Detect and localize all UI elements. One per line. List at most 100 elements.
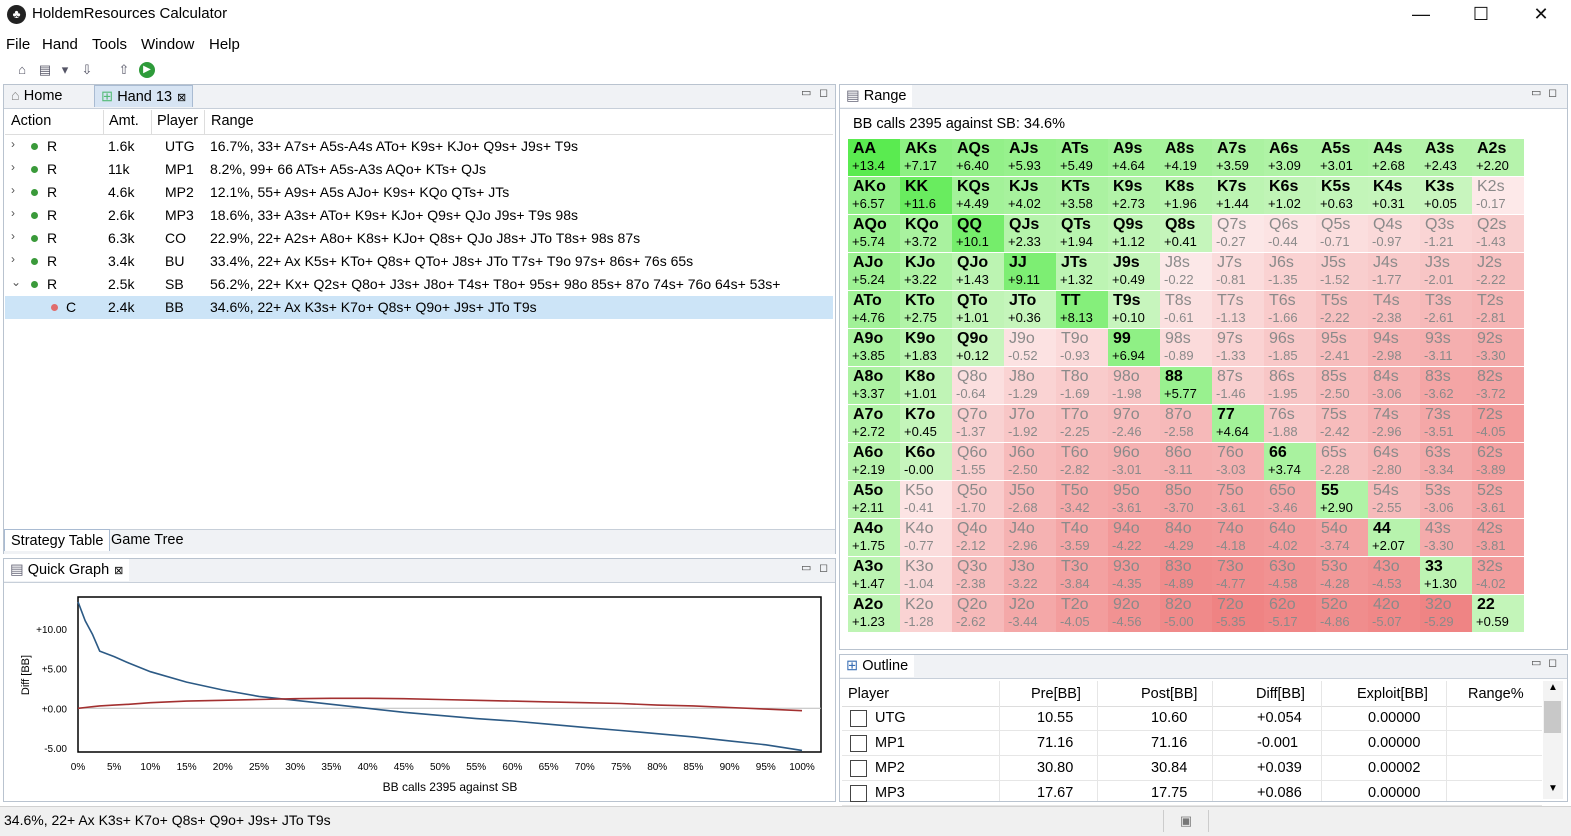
range-cell[interactable]: KTs +3.58 [1056,177,1108,214]
range-cell[interactable]: 83o -4.89 [1160,557,1212,594]
range-cell[interactable]: A2o +1.23 [848,595,900,632]
home-icon[interactable]: ⌂ [14,62,30,78]
range-cell[interactable]: KQs +4.49 [952,177,1004,214]
range-cell[interactable]: K2s -0.17 [1472,177,1524,214]
range-cell[interactable]: J2s -2.22 [1472,253,1524,290]
range-cell[interactable]: 84o -4.29 [1160,519,1212,556]
range-cell[interactable]: KQo +3.72 [900,215,952,252]
range-cell[interactable]: 96s -1.85 [1264,329,1316,366]
chevron-right-icon[interactable]: › [11,137,15,151]
range-cell[interactable]: K7o +0.45 [900,405,952,442]
range-cell[interactable]: 83s -3.62 [1420,367,1472,404]
range-cell[interactable]: AJs +5.93 [1004,139,1056,176]
range-cell[interactable]: 84s -3.06 [1368,367,1420,404]
range-cell[interactable]: A5o +2.11 [848,481,900,518]
strategy-row[interactable]: › R 3.4k BU 33.4%, 22+ Ax K5s+ KTo+ Q8s+ QTo… [5,250,833,273]
range-cell[interactable]: 85s -2.50 [1316,367,1368,404]
range-cell[interactable]: TT +8.13 [1056,291,1108,328]
range-cell[interactable]: J8s -0.22 [1160,253,1212,290]
scroll-up-icon[interactable]: ▲ [1548,682,1558,693]
range-cell[interactable]: 97s -1.33 [1212,329,1264,366]
run-icon[interactable]: ▶ [139,62,155,78]
range-cell[interactable]: T5o -3.42 [1056,481,1108,518]
col-range-pct[interactable]: Range% [1468,686,1524,702]
scroll-down-icon[interactable]: ▼ [1548,783,1558,794]
tab-range[interactable]: ▤ Range [840,85,913,107]
range-cell[interactable]: 63o -4.58 [1264,557,1316,594]
range-cell[interactable]: J9s +0.49 [1108,253,1160,290]
tab-game-tree[interactable]: Game Tree [105,529,190,551]
range-cell[interactable]: A8s +4.19 [1160,139,1212,176]
menu-window[interactable]: Window [141,36,194,53]
range-cell[interactable]: K8o +1.01 [900,367,952,404]
range-cell[interactable]: 62o -5.17 [1264,595,1316,632]
range-cell[interactable]: A9o +3.85 [848,329,900,366]
range-cell[interactable]: K2o -1.28 [900,595,952,632]
range-cell[interactable]: A6o +2.19 [848,443,900,480]
range-cell[interactable]: T2s -2.81 [1472,291,1524,328]
range-cell[interactable]: QTs +1.94 [1056,215,1108,252]
range-cell[interactable]: KTo +2.75 [900,291,952,328]
range-cell[interactable]: J7o -1.92 [1004,405,1056,442]
range-cell[interactable]: 92o -4.56 [1108,595,1160,632]
outline-row[interactable]: MP2 30.80 30.84 +0.039 0.00002 [842,756,1542,781]
range-cell[interactable]: 52o -4.86 [1316,595,1368,632]
range-cell[interactable]: K6o -0.00 [900,443,952,480]
range-cell[interactable]: J7s -0.81 [1212,253,1264,290]
strategy-row[interactable]: › R 1.6k UTG 16.7%, 33+ A7s+ A5s-A4s ATo+ K9… [5,135,833,158]
chevron-down-icon[interactable]: ⌄ [11,275,21,289]
tab-hand[interactable]: ⊞ Hand 13 ⊠ [94,85,194,107]
col-action[interactable]: Action [11,113,51,129]
outline-row[interactable]: MP1 71.16 71.16 -0.001 0.00000 [842,731,1542,756]
tab-quick-graph[interactable]: ▤ Quick Graph ⊠ [4,559,130,581]
range-cell[interactable]: 95s -2.41 [1316,329,1368,366]
col-range[interactable]: Range [211,113,254,129]
range-cell[interactable]: AQs +6.40 [952,139,1004,176]
range-cell[interactable]: 99 +6.94 [1108,329,1160,366]
range-cell[interactable]: 87o -2.58 [1160,405,1212,442]
range-cell[interactable]: Q9o +0.12 [952,329,1004,366]
range-cell[interactable]: KJo +3.22 [900,253,952,290]
range-cell[interactable]: 82s -3.72 [1472,367,1524,404]
player-checkbox[interactable] [850,735,867,752]
range-cell[interactable]: Q3s -1.21 [1420,215,1472,252]
range-cell[interactable]: A8o +3.37 [848,367,900,404]
range-cell[interactable]: 42o -5.07 [1368,595,1420,632]
maximize-outline-icon[interactable]: ◻ [1548,656,1557,669]
range-cell[interactable]: 75o -3.61 [1212,481,1264,518]
import-icon[interactable]: ⇩ [79,62,95,78]
range-cell[interactable]: A5s +3.01 [1316,139,1368,176]
maximize-range-icon[interactable]: ◻ [1548,86,1557,99]
range-cell[interactable]: 66 +3.74 [1264,443,1316,480]
range-cell[interactable]: A3s +2.43 [1420,139,1472,176]
range-cell[interactable]: 64o -4.02 [1264,519,1316,556]
minimize-range-icon[interactable]: ▭ [1531,86,1541,99]
range-cell[interactable]: 53s -3.06 [1420,481,1472,518]
minimize-outline-icon[interactable]: ▭ [1531,656,1541,669]
range-cell[interactable]: A7s +3.59 [1212,139,1264,176]
range-cell[interactable]: Q2o -2.62 [952,595,1004,632]
status-icon[interactable]: ▣ [1163,810,1209,832]
range-cell[interactable]: J6o -2.50 [1004,443,1056,480]
col-amt[interactable]: Amt. [109,113,139,129]
range-cell[interactable]: J3o -3.22 [1004,557,1056,594]
range-cell[interactable]: T3s -2.61 [1420,291,1472,328]
range-cell[interactable]: J4s -1.77 [1368,253,1420,290]
range-cell[interactable]: JTo +0.36 [1004,291,1056,328]
range-cell[interactable]: T9o -0.93 [1056,329,1108,366]
range-cell[interactable]: 55 +2.90 [1316,481,1368,518]
range-cell[interactable]: 72o -5.35 [1212,595,1264,632]
range-cell[interactable]: Q8s +0.41 [1160,215,1212,252]
range-cell[interactable]: K6s +1.02 [1264,177,1316,214]
range-cell[interactable]: A6s +3.09 [1264,139,1316,176]
range-cell[interactable]: 92s -3.30 [1472,329,1524,366]
range-cell[interactable]: 94s -2.98 [1368,329,1420,366]
range-cell[interactable]: 43o -4.53 [1368,557,1420,594]
range-cell[interactable]: T4s -2.38 [1368,291,1420,328]
strategy-row[interactable]: ⌄ R 2.5k SB 56.2%, 22+ Kx+ Q2s+ Q8o+ J3s+ J8… [5,273,833,296]
minimize-graph-icon[interactable]: ▭ [801,561,811,574]
range-cell[interactable]: 94o -4.22 [1108,519,1160,556]
range-cell[interactable]: Q7o -1.37 [952,405,1004,442]
range-cell[interactable]: 82o -5.00 [1160,595,1212,632]
range-cell[interactable]: AKo +6.57 [848,177,900,214]
